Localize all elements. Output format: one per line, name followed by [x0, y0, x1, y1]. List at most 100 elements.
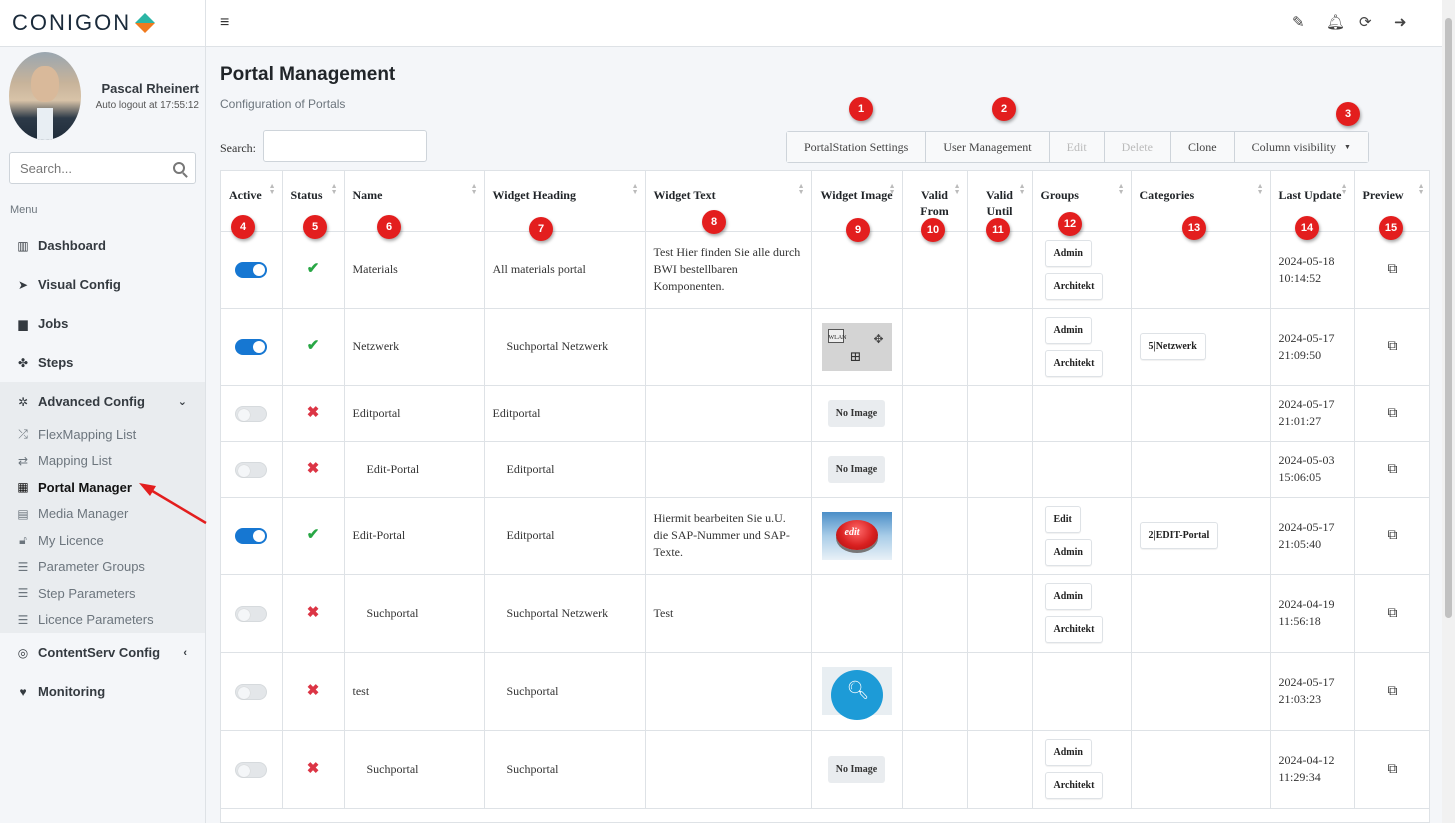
- groups-cell: Admin Architekt: [1032, 308, 1132, 386]
- categories-cell: [1131, 652, 1271, 731]
- network-thumbnail: WLAN ✥ ⊞: [821, 322, 892, 371]
- portalstation-settings-button[interactable]: PortalStation Settings: [787, 132, 927, 162]
- external-link-icon[interactable]: ⧉: [1388, 339, 1398, 354]
- sidebar-subitem-flexmapping-list[interactable]: ⤮ FlexMapping List: [0, 421, 205, 448]
- last-update-cell: 2024-04-19 11:56:18: [1270, 574, 1355, 653]
- hamburger-menu-icon[interactable]: ≡: [220, 14, 229, 32]
- sidebar-item-label: Advanced Config: [38, 394, 145, 409]
- sidebar-subitem-label: Step Parameters: [38, 585, 136, 601]
- groups-cell: Admin Architekt: [1032, 574, 1132, 653]
- vertical-scrollbar[interactable]: [1442, 0, 1455, 823]
- annotation-marker-5: 5: [303, 215, 327, 239]
- bell-icon[interactable]: 🔔︎: [1326, 13, 1345, 31]
- table-row[interactable]: ✖ Editportal Editportal No Image 2024-05-17 …: [221, 385, 1429, 442]
- table-row[interactable]: ✖ Suchportal Suchportal No Image Admin Archit…: [221, 730, 1429, 809]
- sidebar-subitem-portal-manager[interactable]: ▦ Portal Manager: [0, 474, 205, 501]
- sidebar-subitem-step-parameters[interactable]: ☰ Step Parameters: [0, 580, 205, 607]
- sliders-icon: ☰: [17, 586, 29, 601]
- active-toggle[interactable]: [235, 605, 268, 622]
- widget-image-cell: No Image: [811, 441, 903, 498]
- external-link-icon[interactable]: ⧉: [1388, 762, 1398, 777]
- table-row[interactable]: ✔ Edit-Portal Editportal Hiermit bearbeiten…: [221, 497, 1429, 575]
- preview-cell: ⧉: [1354, 574, 1429, 653]
- active-toggle[interactable]: [235, 339, 268, 356]
- sidebar-subitem-mapping-list[interactable]: ⇄ Mapping List: [0, 448, 205, 475]
- annotation-marker-4: 4: [231, 215, 255, 239]
- active-toggle[interactable]: [235, 405, 268, 422]
- table-toolbar: PortalStation Settings User Management Edi…: [786, 131, 1369, 163]
- column-header-widget-text[interactable]: Widget Text ▲ ▼: [645, 171, 812, 232]
- column-visibility-button[interactable]: Column visibility ▼: [1234, 132, 1368, 162]
- move-icon: ✥: [873, 331, 884, 346]
- sidebar-item-label: Monitoring: [38, 684, 106, 699]
- categories-cell: [1131, 231, 1271, 309]
- user-management-button[interactable]: User Management: [926, 132, 1050, 162]
- brand-mark-icon: [135, 13, 156, 33]
- annotation-marker-12: 12: [1058, 212, 1082, 236]
- valid-from-cell: [902, 652, 968, 731]
- external-link-icon[interactable]: ⧉: [1388, 406, 1398, 421]
- sidebar-item-visual-config[interactable]: ➤ Visual Config: [0, 265, 205, 304]
- brand-logo[interactable]: CONIGON: [0, 0, 205, 47]
- cross-icon: ✖: [306, 604, 320, 621]
- table-row[interactable]: ✖ test Suchportal 🔍︎ 2024-05-17 21:03:23 ⧉: [221, 652, 1429, 731]
- caret-down-icon: ▼: [1344, 143, 1351, 151]
- external-link-icon[interactable]: ⧉: [1388, 462, 1398, 477]
- sidebar-subitem-licence-parameters[interactable]: ☰ Licence Parameters: [0, 607, 205, 634]
- sidebar-item-jobs[interactable]: ▆ Jobs: [0, 304, 205, 343]
- status-cell: ✔: [282, 497, 345, 575]
- annotation-marker-7: 7: [529, 217, 553, 241]
- check-icon: ✔: [306, 338, 320, 354]
- sidebar-subitem-parameter-groups[interactable]: ☰ Parameter Groups: [0, 554, 205, 581]
- search-document-icon: 🔍︎: [846, 680, 870, 700]
- external-link-icon[interactable]: ⧉: [1388, 684, 1398, 699]
- categories-cell: 5|Netzwerk: [1131, 308, 1271, 386]
- column-header-widget-heading[interactable]: Widget Heading ▲ ▼: [484, 171, 646, 232]
- table-search-input[interactable]: [263, 130, 427, 162]
- sidebar-item-advanced-config[interactable]: ✲ Advanced Config ⌄: [0, 382, 205, 421]
- sidebar-item-monitoring[interactable]: ♥ Monitoring: [0, 672, 205, 711]
- widget-heading-cell: Suchportal: [484, 652, 646, 731]
- sliders-icon: ☰: [17, 612, 29, 627]
- active-toggle[interactable]: [235, 683, 268, 700]
- sidebar-item-dashboard[interactable]: ▥ Dashboard: [0, 226, 205, 265]
- edit-button[interactable]: Edit: [1049, 132, 1105, 162]
- clone-button[interactable]: Clone: [1170, 132, 1235, 162]
- column-header-name[interactable]: Name ▲ ▼: [344, 171, 485, 232]
- table-row[interactable]: ✖ Suchportal Suchportal Netzwerk Test Admin A…: [221, 574, 1429, 653]
- sidebar-search-input[interactable]: Search...: [9, 152, 196, 184]
- annotation-marker-2: 2: [992, 97, 1016, 121]
- search-icon[interactable]: [173, 162, 185, 174]
- active-toggle[interactable]: [235, 461, 268, 478]
- annotation-marker-10: 10: [921, 218, 945, 242]
- groups-cell: [1032, 441, 1132, 498]
- sidebar-subitem-my-licence[interactable]: 🔓︎ My Licence: [0, 527, 205, 554]
- edit-note-icon[interactable]: ✎: [1292, 13, 1305, 31]
- table-row[interactable]: ✖ Edit-Portal Editportal No Image 2024-05-03…: [221, 441, 1429, 498]
- active-toggle[interactable]: [235, 528, 268, 545]
- circle-dot-icon: ◎: [17, 645, 29, 660]
- refresh-icon[interactable]: ⟳: [1359, 13, 1372, 31]
- sidebar-item-contentserv-config[interactable]: ◎ ContentServ Config ‹: [0, 633, 205, 672]
- valid-until-cell: [967, 385, 1033, 442]
- avatar[interactable]: [9, 51, 81, 140]
- chevron-icon[interactable]: ⌄: [178, 395, 187, 408]
- sidebar-subitem-media-manager[interactable]: ▤ Media Manager: [0, 501, 205, 528]
- status-cell: ✖: [282, 730, 345, 809]
- table-row[interactable]: ✔ Materials All materials portal Test Hier …: [221, 231, 1429, 309]
- delete-button[interactable]: Delete: [1104, 132, 1171, 162]
- status-cell: ✖: [282, 652, 345, 731]
- chart-bar-icon: ▥: [17, 238, 29, 253]
- active-toggle[interactable]: [235, 761, 268, 778]
- active-toggle[interactable]: [235, 262, 268, 279]
- chevron-icon[interactable]: ‹: [183, 647, 187, 659]
- table-row[interactable]: ✔ Netzwerk Suchportal Netzwerk WLAN ✥ ⊞ Admin A…: [221, 308, 1429, 386]
- sort-icon: ▲ ▼: [953, 182, 961, 196]
- external-link-icon[interactable]: ⧉: [1388, 528, 1398, 543]
- sidebar-item-steps[interactable]: ✤ Steps: [0, 343, 205, 382]
- annotation-marker-14: 14: [1295, 216, 1319, 240]
- logout-icon[interactable]: ➜: [1394, 13, 1407, 31]
- column-header-label: Widget Image: [820, 188, 893, 202]
- external-link-icon[interactable]: ⧉: [1388, 606, 1398, 621]
- external-link-icon[interactable]: ⧉: [1388, 262, 1398, 277]
